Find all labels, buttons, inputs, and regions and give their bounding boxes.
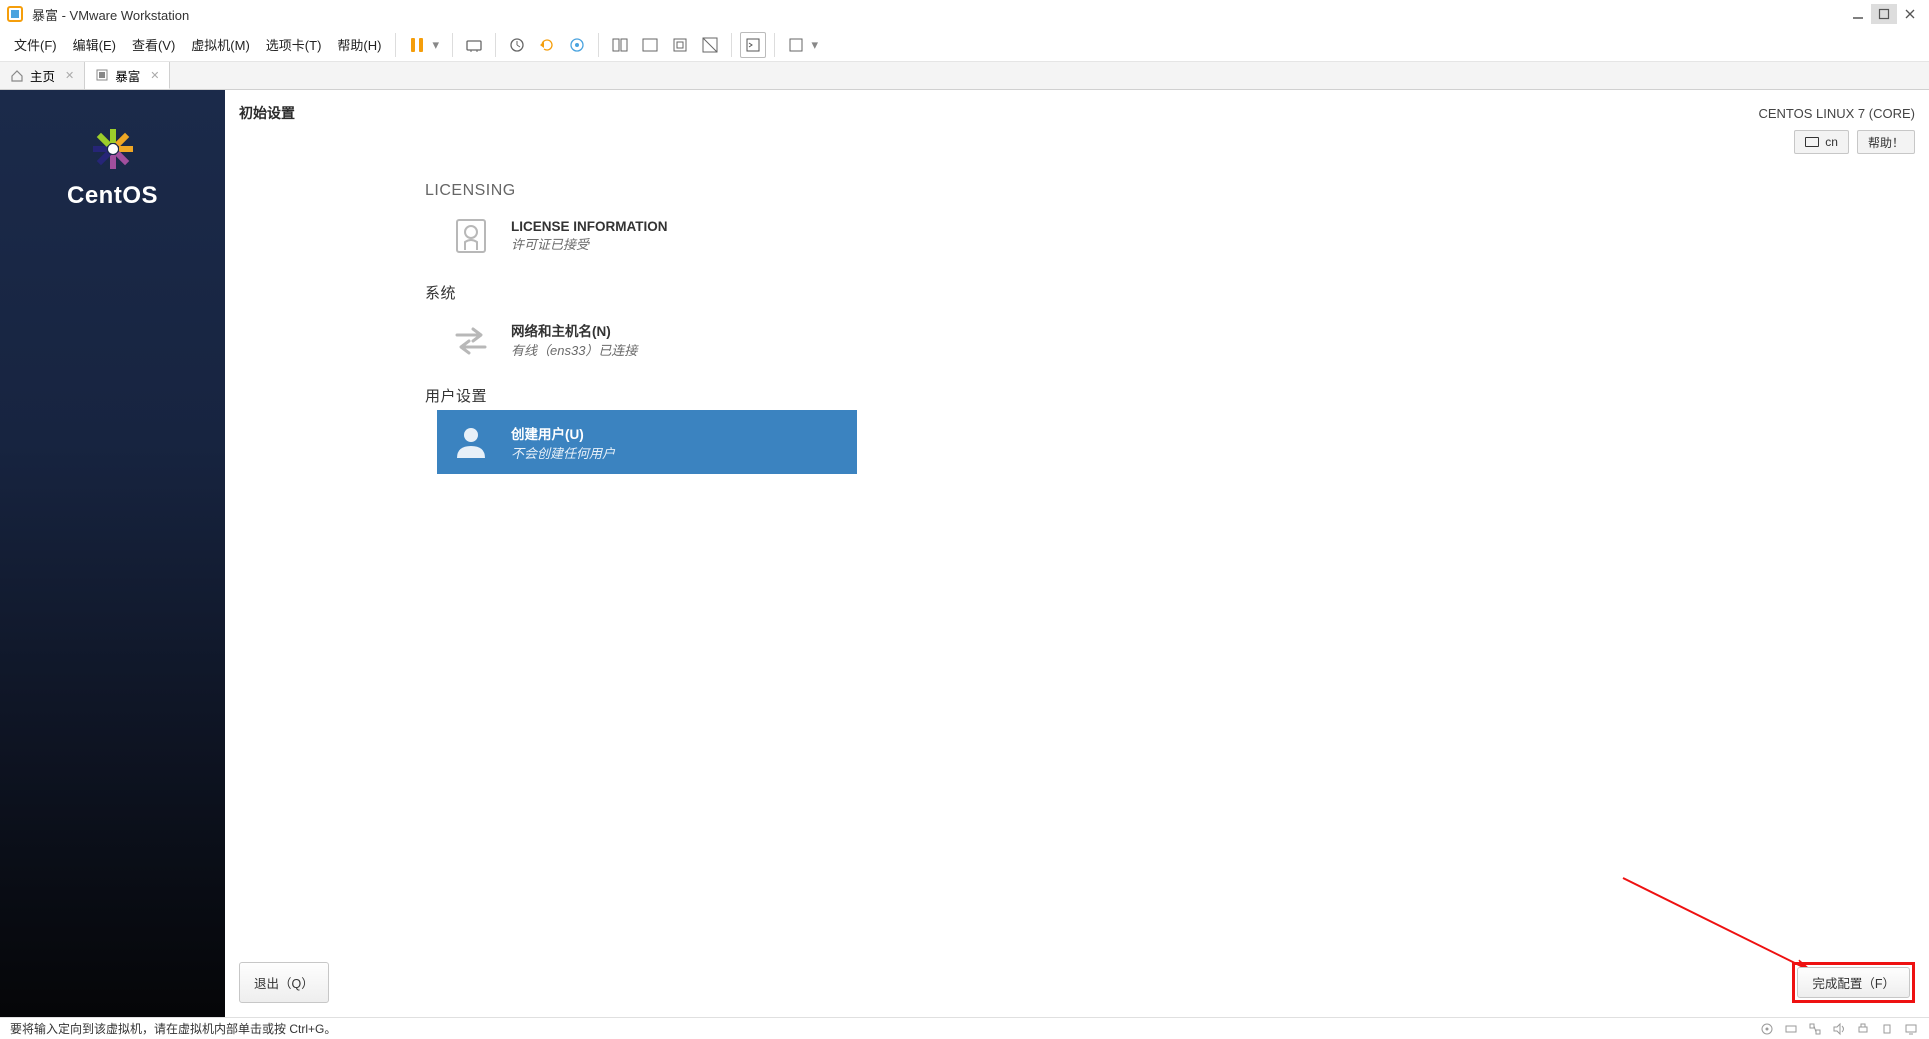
vmware-menubar: 文件(F) 编辑(E) 查看(V) 虚拟机(M) 选项卡(T) 帮助(H) ▾ … <box>0 28 1929 62</box>
status-usb-icon[interactable] <box>1879 1021 1895 1037</box>
tab-home-label: 主页 <box>30 66 55 85</box>
user-title: 创建用户(U) <box>511 423 615 443</box>
status-display-icon[interactable] <box>1903 1021 1919 1037</box>
menu-vm[interactable]: 虚拟机(M) <box>183 31 258 58</box>
vm-tabstrip: 主页 ✕ 暴富 ✕ <box>0 62 1929 90</box>
spoke-license[interactable]: LICENSE INFORMATION 许可证已接受 <box>437 204 857 268</box>
network-subtitle: 有线（ens33）已连接 <box>511 340 637 359</box>
console-view-button[interactable] <box>740 32 766 58</box>
section-system-label: 系统 <box>425 282 1889 303</box>
network-title: 网络和主机名(N) <box>511 320 637 340</box>
setup-footer: 退出（Q） 完成配置（F） <box>239 962 1915 1003</box>
tab-home-close[interactable]: ✕ <box>65 69 74 82</box>
maximize-button[interactable] <box>1871 4 1897 24</box>
centos-sidebar: CentOS <box>0 90 225 1017</box>
menu-tabs[interactable]: 选项卡(T) <box>258 31 330 58</box>
window-title: 暴富 - VMware Workstation <box>32 5 189 24</box>
snapshot-button[interactable] <box>504 32 530 58</box>
statusbar-hint: 要将输入定向到该虚拟机，请在虚拟机内部单击或按 Ctrl+G。 <box>10 1020 336 1037</box>
help-button[interactable]: 帮助！ <box>1857 130 1915 154</box>
centos-initial-setup: 初始设置 CENTOS LINUX 7 (CORE) cn 帮助！ LICENS… <box>225 90 1929 1017</box>
spoke-network[interactable]: 网络和主机名(N) 有线（ens33）已连接 <box>437 307 857 371</box>
centos-brand: CentOS <box>67 182 158 210</box>
menu-view[interactable]: 查看(V) <box>124 31 183 58</box>
manage-snapshots-button[interactable] <box>564 32 590 58</box>
revert-snapshot-button[interactable] <box>534 32 560 58</box>
setup-topbar: 初始设置 CENTOS LINUX 7 (CORE) <box>225 90 1929 136</box>
status-printer-icon[interactable] <box>1855 1021 1871 1037</box>
menu-edit[interactable]: 编辑(E) <box>65 31 124 58</box>
view-sidebyside-button[interactable] <box>607 32 633 58</box>
status-hdd-icon[interactable] <box>1783 1021 1799 1037</box>
os-label: CENTOS LINUX 7 (CORE) <box>1758 106 1915 121</box>
vm-viewport: CentOS 初始设置 CENTOS LINUX 7 (CORE) cn 帮助！… <box>0 90 1929 1017</box>
section-user-label: 用户设置 <box>425 385 1889 406</box>
license-icon <box>449 214 493 258</box>
send-ctrl-alt-del-button[interactable] <box>461 32 487 58</box>
user-subtitle: 不会创建任何用户 <box>511 443 615 462</box>
view-stretch-button[interactable] <box>697 32 723 58</box>
tab-vm-label: 暴富 <box>115 66 140 85</box>
vmware-logo-icon <box>6 5 24 23</box>
setup-body: LICENSING LICENSE INFORMATION 许可证已接受 系统 … <box>425 168 1889 474</box>
fullscreen-button[interactable] <box>783 32 809 58</box>
keyboard-icon <box>1805 137 1819 147</box>
section-licensing-label: LICENSING <box>425 182 1889 200</box>
pause-vm-button[interactable] <box>404 32 430 58</box>
view-fit-button[interactable] <box>667 32 693 58</box>
vmware-statusbar: 要将输入定向到该虚拟机，请在虚拟机内部单击或按 Ctrl+G。 <box>0 1017 1929 1039</box>
vm-tab-icon <box>95 68 109 82</box>
close-button[interactable] <box>1897 4 1923 24</box>
network-icon <box>449 317 493 361</box>
power-dropdown[interactable]: ▾ <box>432 37 446 53</box>
home-icon <box>10 69 24 83</box>
keyboard-layout-label: cn <box>1825 135 1838 149</box>
tab-vm[interactable]: 暴富 ✕ <box>85 62 170 89</box>
tab-vm-close[interactable]: ✕ <box>150 69 159 82</box>
menu-file[interactable]: 文件(F) <box>6 31 65 58</box>
centos-logo-icon <box>89 125 137 178</box>
license-subtitle: 许可证已接受 <box>511 234 668 253</box>
keyboard-layout-selector[interactable]: cn <box>1794 130 1849 154</box>
license-title: LICENSE INFORMATION <box>511 219 668 234</box>
minimize-button[interactable] <box>1845 4 1871 24</box>
user-icon <box>449 420 493 464</box>
tab-home[interactable]: 主页 ✕ <box>0 62 85 89</box>
fullscreen-dropdown[interactable]: ▾ <box>811 37 825 53</box>
finish-highlight-box: 完成配置（F） <box>1792 962 1915 1003</box>
status-cd-icon[interactable] <box>1759 1021 1775 1037</box>
vmware-titlebar: 暴富 - VMware Workstation <box>0 0 1929 28</box>
view-single-button[interactable] <box>637 32 663 58</box>
spoke-create-user[interactable]: 创建用户(U) 不会创建任何用户 <box>437 410 857 474</box>
quit-button[interactable]: 退出（Q） <box>239 962 329 1003</box>
status-network-icon[interactable] <box>1807 1021 1823 1037</box>
status-sound-icon[interactable] <box>1831 1021 1847 1037</box>
finish-config-button[interactable]: 完成配置（F） <box>1797 967 1910 998</box>
menu-help[interactable]: 帮助(H) <box>329 31 389 58</box>
setup-title: 初始设置 <box>239 103 295 123</box>
